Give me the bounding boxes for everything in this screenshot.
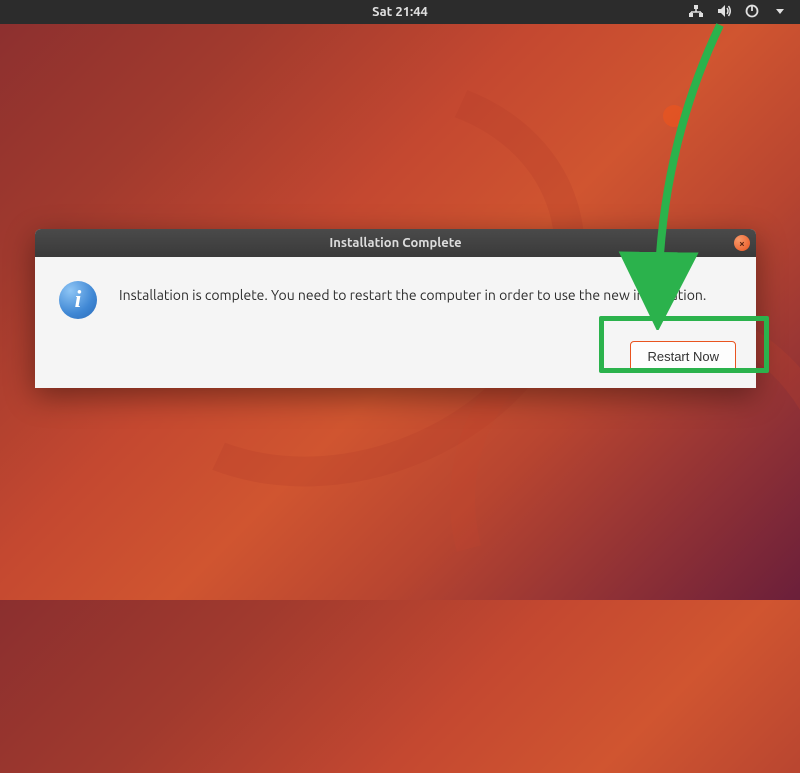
close-button[interactable]: × [734,235,750,251]
power-icon[interactable] [744,3,760,22]
volume-icon[interactable] [716,3,732,22]
dropdown-icon[interactable] [772,3,788,22]
dialog-title: Installation Complete [329,236,461,250]
dialog-titlebar[interactable]: Installation Complete × [35,229,756,257]
close-icon: × [739,238,745,249]
dialog-content: i Installation is complete. You need to … [55,277,736,319]
info-icon: i [59,281,97,319]
clock[interactable]: Sat 21:44 [372,5,428,19]
dialog-actions: Restart Now [55,341,736,372]
network-icon[interactable] [688,3,704,22]
status-icons [688,3,788,22]
top-menu-bar: Sat 21:44 [0,0,800,24]
wallpaper-decoration [663,105,685,127]
restart-now-button[interactable]: Restart Now [630,341,736,372]
dialog-body: i Installation is complete. You need to … [35,257,756,388]
dialog-message: Installation is complete. You need to re… [119,277,706,303]
installation-complete-dialog: Installation Complete × i Installation i… [35,229,756,388]
